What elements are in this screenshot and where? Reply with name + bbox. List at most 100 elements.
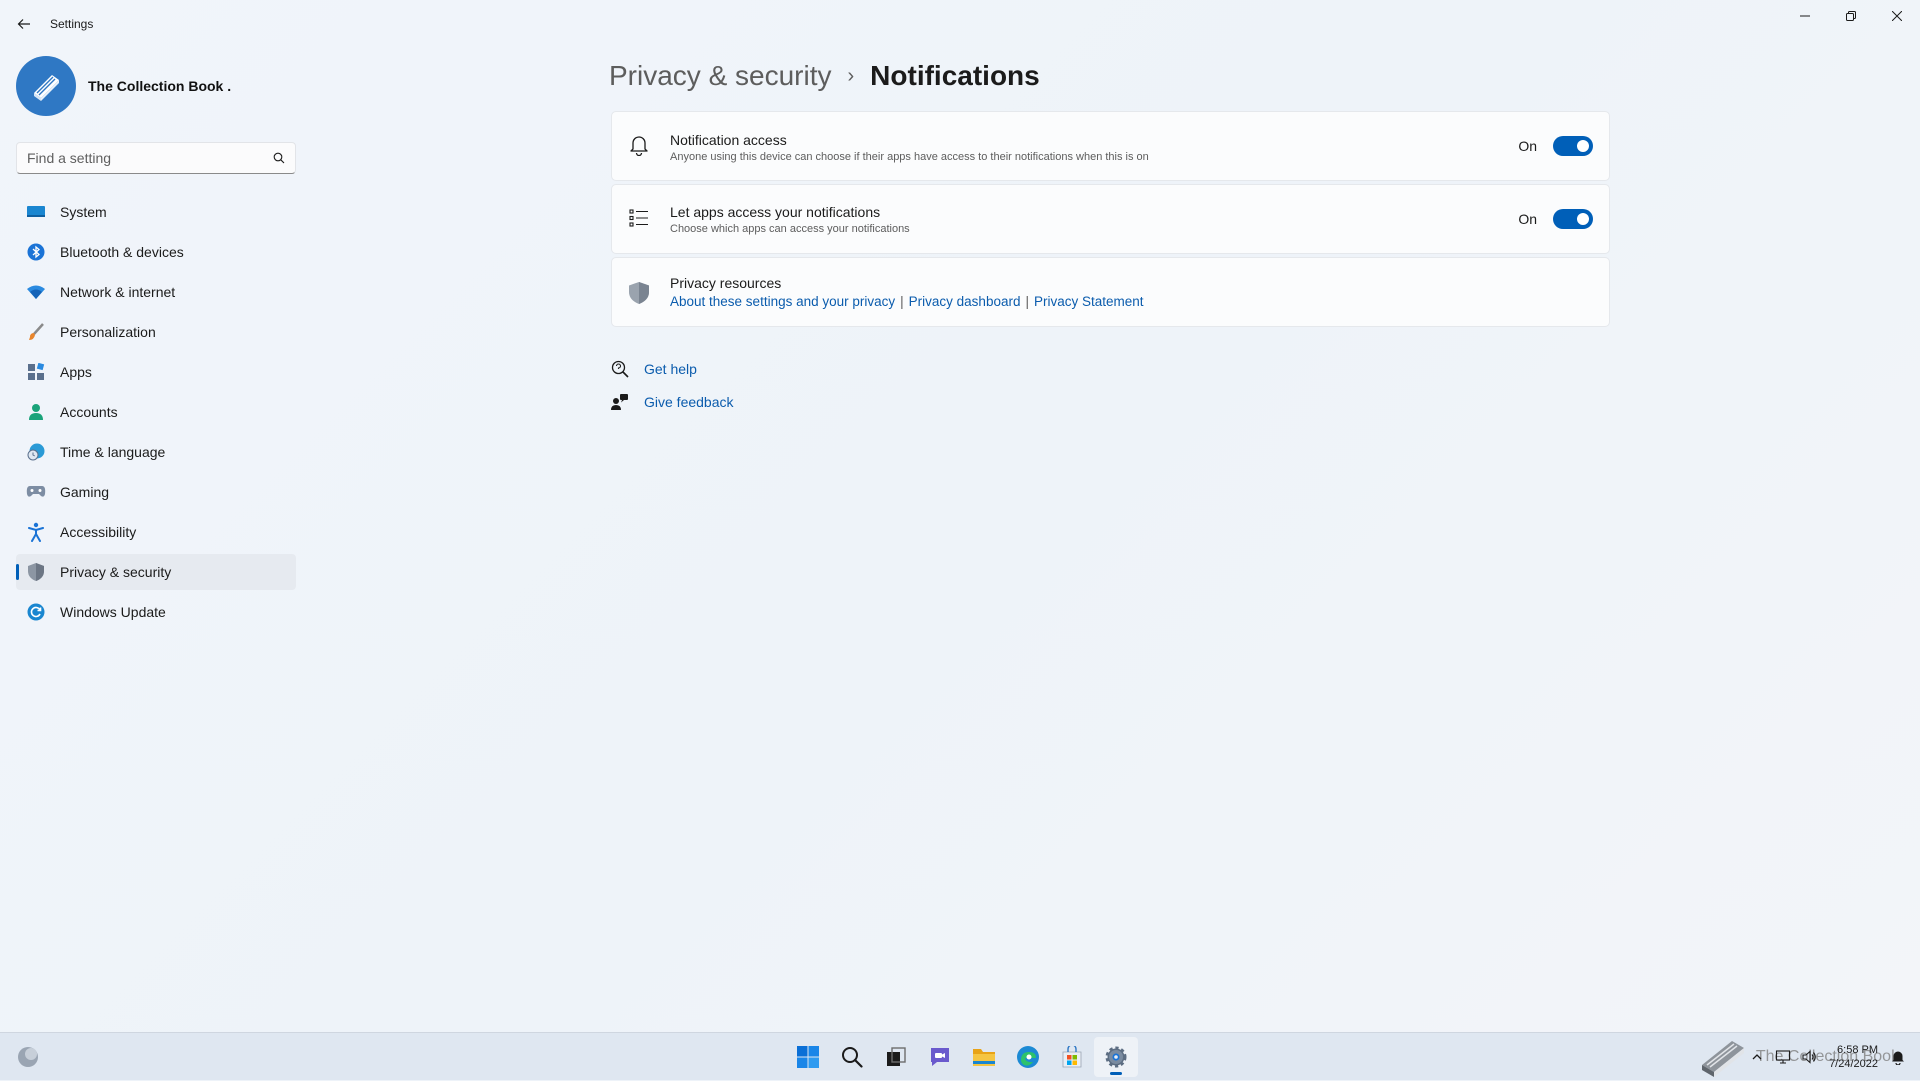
sidebar-item-label: Apps	[60, 364, 92, 380]
sidebar-item-label: Network & internet	[60, 284, 176, 300]
person-icon	[26, 402, 46, 422]
sidebar-nav: System Bluetooth & devices Network & int…	[16, 194, 296, 634]
volume-tray-button[interactable]	[1801, 1049, 1817, 1065]
settings-window: Settings The Collection Book . Find a se…	[0, 0, 1920, 1032]
list-icon	[628, 207, 650, 229]
close-button[interactable]	[1874, 0, 1920, 32]
setting-card-apps-access: Let apps access your notifications Choos…	[611, 184, 1610, 254]
taskbar-search-button[interactable]	[830, 1037, 874, 1077]
system-tray: The Collection Book 6:58 PM 7/24/2022	[1694, 1033, 1920, 1081]
about-privacy-link[interactable]: About these settings and your privacy	[670, 294, 895, 309]
sidebar-item-label: Accessibility	[60, 524, 137, 540]
breadcrumb: Privacy & security › Notifications	[609, 52, 1040, 100]
store-button[interactable]	[1050, 1037, 1094, 1077]
profile-name: The Collection Book .	[88, 78, 232, 94]
widgets-button[interactable]	[16, 1045, 40, 1069]
sidebar-item-bluetooth[interactable]: Bluetooth & devices	[16, 234, 296, 270]
get-help-link[interactable]: Get help	[611, 360, 697, 378]
sidebar-item-personalization[interactable]: Personalization	[16, 314, 296, 350]
sidebar-item-accounts[interactable]: Accounts	[16, 394, 296, 430]
back-button[interactable]	[12, 12, 36, 36]
setting-description: Choose which apps can access your notifi…	[670, 223, 910, 235]
setting-title: Notification access	[670, 132, 787, 148]
setting-title: Let apps access your notifications	[670, 204, 881, 220]
sidebar-item-privacy-security[interactable]: Privacy & security	[16, 554, 296, 590]
book-logo-icon	[34, 75, 59, 101]
apps-access-toggle[interactable]	[1553, 209, 1593, 229]
notification-bell-icon	[1892, 1051, 1904, 1065]
taskbar: The Collection Book 6:58 PM 7/24/2022	[0, 1032, 1920, 1080]
file-explorer-button[interactable]	[962, 1037, 1006, 1077]
chat-icon	[931, 1048, 949, 1066]
sidebar-item-label: System	[60, 204, 107, 220]
breadcrumb-parent-link[interactable]: Privacy & security	[609, 60, 832, 92]
give-feedback-link[interactable]: Give feedback	[611, 393, 734, 411]
edge-button[interactable]	[1006, 1037, 1050, 1077]
sidebar-item-network[interactable]: Network & internet	[16, 274, 296, 310]
sidebar-item-windows-update[interactable]: Windows Update	[16, 594, 296, 630]
privacy-dashboard-link[interactable]: Privacy dashboard	[909, 294, 1021, 309]
notification-access-toggle[interactable]	[1553, 136, 1593, 156]
give-feedback-label: Give feedback	[644, 394, 734, 410]
back-arrow-icon	[17, 19, 30, 29]
file-explorer-icon	[973, 1049, 995, 1066]
sidebar-item-time-language[interactable]: Time & language	[16, 434, 296, 470]
sidebar-item-system[interactable]: System	[16, 194, 296, 230]
shield-icon	[26, 562, 46, 582]
minimize-button[interactable]	[1782, 0, 1828, 32]
title-bar: Settings	[0, 0, 1920, 48]
show-hidden-icons-button[interactable]	[1749, 1049, 1765, 1065]
restore-button[interactable]	[1828, 0, 1874, 32]
chevron-up-icon	[1752, 1054, 1762, 1060]
search-input[interactable]	[27, 150, 273, 166]
setting-description: Anyone using this device can choose if t…	[670, 151, 1149, 163]
toggle-state-label: On	[1518, 138, 1537, 154]
edge-icon	[1017, 1046, 1039, 1068]
sidebar-item-gaming[interactable]: Gaming	[16, 474, 296, 510]
sidebar-item-accessibility[interactable]: Accessibility	[16, 514, 296, 550]
settings-taskbar-button[interactable]	[1094, 1037, 1138, 1077]
clock-date: 7/24/2022	[1829, 1058, 1878, 1070]
link-separator: |	[1025, 294, 1029, 309]
get-help-label: Get help	[644, 361, 697, 377]
globe-clock-icon	[26, 442, 46, 462]
taskbar-apps	[786, 1037, 1138, 1077]
ethernet-icon	[1776, 1050, 1791, 1064]
sidebar-item-label: Windows Update	[60, 604, 166, 620]
notification-center-button[interactable]	[1888, 1047, 1908, 1067]
book-logo-icon	[1694, 1035, 1750, 1079]
task-view-icon	[887, 1047, 906, 1066]
bell-icon	[628, 134, 650, 156]
chat-button[interactable]	[918, 1037, 962, 1077]
weather-widget-icon	[18, 1047, 38, 1067]
sidebar-item-label: Accounts	[60, 404, 118, 420]
start-button[interactable]	[786, 1037, 830, 1077]
tray-icons	[1749, 1049, 1817, 1065]
sidebar-item-apps[interactable]: Apps	[16, 354, 296, 390]
feedback-icon	[611, 393, 629, 411]
settings-icon	[1105, 1046, 1127, 1068]
user-profile[interactable]: The Collection Book .	[16, 56, 231, 116]
sidebar-item-label: Gaming	[60, 484, 110, 500]
privacy-resources-card: Privacy resources About these settings a…	[611, 257, 1610, 327]
task-view-button[interactable]	[874, 1037, 918, 1077]
apps-icon	[26, 362, 46, 382]
link-separator: |	[900, 294, 904, 309]
search-box[interactable]	[16, 142, 296, 174]
chevron-right-icon: ›	[847, 64, 855, 87]
toggle-group: On	[1518, 209, 1593, 229]
sidebar-item-label: Time & language	[60, 444, 166, 460]
toggle-state-label: On	[1518, 211, 1537, 227]
setting-title: Privacy resources	[670, 275, 782, 291]
network-tray-button[interactable]	[1775, 1049, 1791, 1065]
brush-icon	[26, 322, 46, 342]
shield-icon	[628, 282, 650, 304]
bluetooth-icon	[26, 242, 46, 262]
privacy-statement-link[interactable]: Privacy Statement	[1034, 294, 1144, 309]
clock[interactable]: 6:58 PM 7/24/2022	[1829, 1043, 1878, 1071]
toggle-group: On	[1518, 136, 1593, 156]
restore-icon	[1846, 11, 1856, 21]
avatar	[16, 56, 76, 116]
update-icon	[26, 602, 46, 622]
window-controls	[1782, 0, 1920, 32]
